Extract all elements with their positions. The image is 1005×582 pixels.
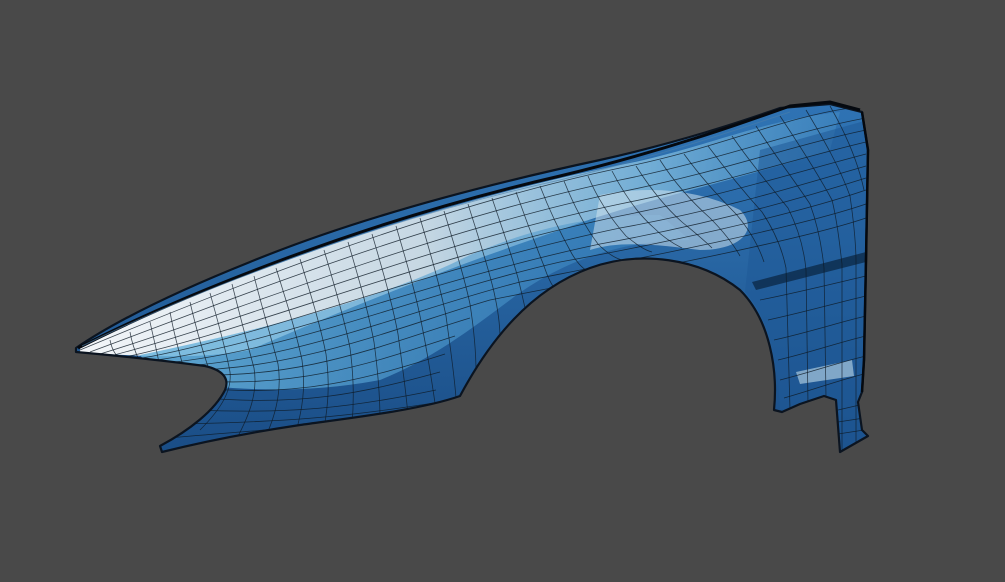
fender-model[interactable] [0,0,1005,582]
fender-surface [74,100,870,454]
3d-viewport[interactable] [0,0,1005,582]
